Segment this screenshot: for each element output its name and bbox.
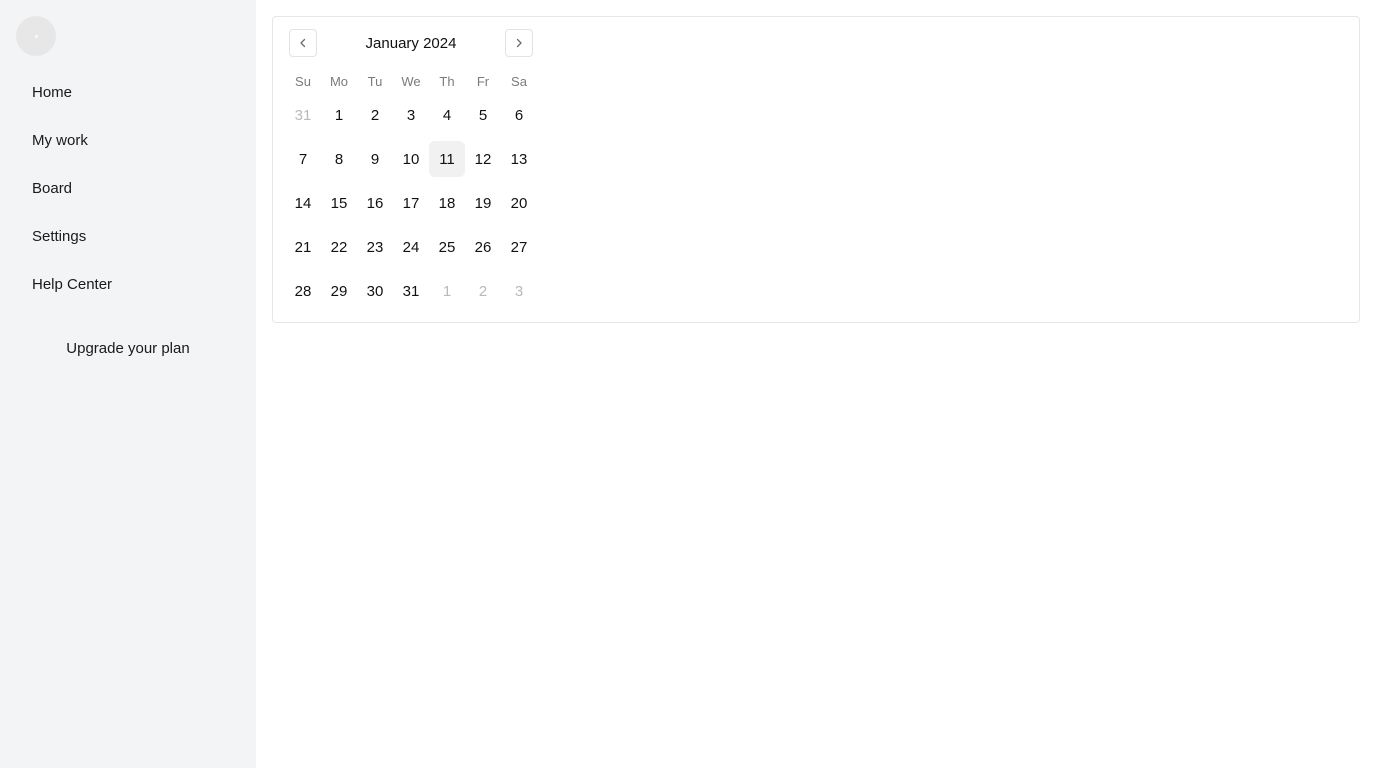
avatar[interactable]: [16, 16, 56, 56]
sidebar-item-label: Settings: [32, 227, 87, 245]
upgrade-plan-button[interactable]: Upgrade your plan: [16, 328, 240, 368]
calendar-week-row: 14 15 16 17 18 19 20: [285, 185, 537, 229]
calendar-day[interactable]: 28: [285, 273, 321, 309]
calendar-day[interactable]: 14: [285, 185, 321, 221]
upgrade-plan-label: Upgrade your plan: [66, 339, 190, 357]
calendar-day[interactable]: 2: [357, 97, 393, 133]
calendar-day[interactable]: 4: [429, 97, 465, 133]
weekday-header-row: Su Mo Tu We Th Fr Sa: [285, 69, 537, 93]
calendar-day[interactable]: 16: [357, 185, 393, 221]
sidebar-item-label: Home: [32, 83, 73, 101]
calendar-day[interactable]: 21: [285, 229, 321, 265]
calendar-header: January 2024: [289, 29, 533, 57]
next-month-button[interactable]: [505, 29, 533, 57]
calendar-day[interactable]: 25: [429, 229, 465, 265]
calendar-day[interactable]: 10: [393, 141, 429, 177]
sidebar-item-label: Help Center: [32, 275, 113, 293]
sidebar: Home My work Board Settings Help Center …: [0, 0, 256, 768]
weekday-label: We: [401, 73, 421, 89]
calendar-grid: Su Mo Tu We Th Fr Sa 31 1 2 3 4 5 6 7 8 9 10 11 12 13…: [285, 69, 537, 317]
calendar-day-outside-month[interactable]: 31: [285, 97, 321, 133]
calendar-week-row: 31 1 2 3 4 5 6: [285, 97, 537, 141]
calendar-day[interactable]: 13: [501, 141, 537, 177]
calendar-day[interactable]: 26: [465, 229, 501, 265]
weekday-label: Su: [295, 73, 311, 89]
calendar-day-outside-month[interactable]: 2: [465, 273, 501, 309]
calendar-day[interactable]: 18: [429, 185, 465, 221]
main-content: January 2024 Su Mo Tu We Th Fr Sa 31 1 2…: [256, 0, 1376, 768]
weekday-label: Mo: [329, 73, 349, 89]
calendar-week-row: 21 22 23 24 25 26 27: [285, 229, 537, 273]
calendar-day[interactable]: 19: [465, 185, 501, 221]
avatar-placeholder-icon: [34, 34, 38, 38]
calendar-day[interactable]: 20: [501, 185, 537, 221]
calendar-day[interactable]: 1: [321, 97, 357, 133]
calendar-day[interactable]: 7: [285, 141, 321, 177]
calendar-day[interactable]: 24: [393, 229, 429, 265]
calendar-day-selected[interactable]: 11: [429, 141, 465, 177]
sidebar-item-help-center[interactable]: Help Center: [16, 264, 240, 304]
sidebar-item-home[interactable]: Home: [16, 72, 240, 112]
weekday-label: Tu: [367, 73, 383, 89]
calendar-day-outside-month[interactable]: 1: [429, 273, 465, 309]
calendar-day[interactable]: 30: [357, 273, 393, 309]
weekday-label: Fr: [476, 73, 490, 89]
calendar-day[interactable]: 12: [465, 141, 501, 177]
chevron-left-icon: [300, 38, 306, 48]
calendar-month-label: January 2024: [365, 34, 457, 52]
calendar-week-row: 28 29 30 31 1 2 3: [285, 273, 537, 317]
weekday-label: Sa: [511, 73, 527, 89]
calendar-day[interactable]: 6: [501, 97, 537, 133]
sidebar-item-my-work[interactable]: My work: [16, 120, 240, 160]
calendar-day[interactable]: 31: [393, 273, 429, 309]
sidebar-item-label: My work: [32, 131, 88, 149]
app-root: Home My work Board Settings Help Center …: [0, 0, 1376, 768]
calendar-day[interactable]: 9: [357, 141, 393, 177]
calendar-weeks: 31 1 2 3 4 5 6 7 8 9 10 11 12 13 14 15 16 17 18 19 20 21 22 23 2…: [285, 97, 537, 317]
sidebar-item-settings[interactable]: Settings: [16, 216, 240, 256]
previous-month-button[interactable]: [289, 29, 317, 57]
sidebar-nav: Home My work Board Settings Help Center: [16, 72, 240, 312]
sidebar-item-board[interactable]: Board: [16, 168, 240, 208]
calendar-day[interactable]: 29: [321, 273, 357, 309]
chevron-right-icon: [516, 38, 522, 48]
weekday-label: Th: [439, 73, 455, 89]
calendar-day[interactable]: 15: [321, 185, 357, 221]
calendar-day[interactable]: 8: [321, 141, 357, 177]
calendar-day[interactable]: 17: [393, 185, 429, 221]
calendar-week-row: 7 8 9 10 11 12 13: [285, 141, 537, 185]
calendar-day[interactable]: 22: [321, 229, 357, 265]
sidebar-item-label: Board: [32, 179, 73, 197]
calendar-day[interactable]: 23: [357, 229, 393, 265]
calendar: January 2024 Su Mo Tu We Th Fr Sa 31 1 2…: [272, 16, 1360, 323]
calendar-day[interactable]: 5: [465, 97, 501, 133]
calendar-day-outside-month[interactable]: 3: [501, 273, 537, 309]
calendar-day[interactable]: 27: [501, 229, 537, 265]
calendar-day[interactable]: 3: [393, 97, 429, 133]
